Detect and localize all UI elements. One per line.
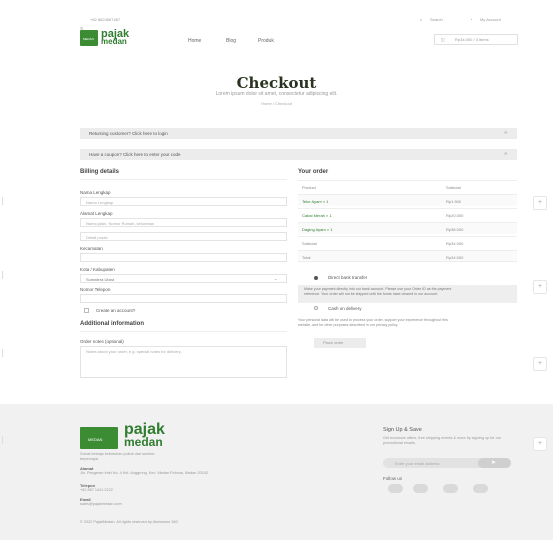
order-heading: Your order xyxy=(298,169,329,175)
signup-title: Sign Up & Save xyxy=(383,427,422,433)
account-link[interactable]: My Account xyxy=(480,17,501,22)
slider-handle[interactable] xyxy=(0,349,3,357)
email-value[interactable]: sales@pajakmedan.com xyxy=(80,502,122,506)
phone-label: Nomor Telepon xyxy=(80,287,111,292)
newsletter-send-button[interactable]: ➤ xyxy=(478,458,511,468)
bank-description: Make your payment directly into our bank… xyxy=(304,287,452,296)
address-field[interactable]: Nama jalan, Nomor Rumah, kelurahan xyxy=(80,218,287,227)
order-row: Daging Ayam × 1 Rp36.000 xyxy=(298,222,517,234)
slider-handle[interactable] xyxy=(0,197,3,205)
slider-handle[interactable] xyxy=(0,271,3,279)
side-add-button[interactable]: + xyxy=(533,196,547,210)
telepon-value: +62 857 1441 2222 xyxy=(80,488,113,492)
divider xyxy=(80,331,287,332)
order-notes-textarea[interactable]: Notes about your order, e.g. special not… xyxy=(80,346,287,378)
create-account-label[interactable]: Create an account? xyxy=(96,308,135,313)
brand-subname: medan xyxy=(101,37,127,46)
nav-home[interactable]: Home xyxy=(188,38,201,44)
search-link[interactable]: Search xyxy=(430,17,443,22)
brand-logo-icon[interactable]: MEDAN xyxy=(80,30,98,46)
toggle-icon[interactable]: » xyxy=(504,151,507,157)
footer-logo-icon[interactable]: MEDAN xyxy=(80,427,118,449)
additional-heading: Additional information xyxy=(80,321,144,327)
follow-label: Follow us xyxy=(383,476,403,481)
alamat-value: Jln. Pangeran Intel No. 4 Kel. Anggrung,… xyxy=(80,471,209,475)
breadcrumb[interactable]: Home / Checkout xyxy=(0,101,553,106)
district-field[interactable] xyxy=(80,253,287,262)
cod-radio[interactable] xyxy=(314,306,318,310)
side-add-button[interactable]: + xyxy=(533,437,547,451)
youtube-icon[interactable] xyxy=(473,484,488,493)
city-label: Kota / Kabupaten xyxy=(80,267,115,272)
user-icon[interactable]: ◔ xyxy=(470,17,472,22)
bank-transfer-label[interactable]: Direct bank transfer xyxy=(328,275,367,280)
side-add-button[interactable]: + xyxy=(533,280,547,294)
coupon-notice[interactable]: Have a coupon? Click here to enter your … xyxy=(80,149,517,160)
instagram-icon[interactable] xyxy=(443,484,458,493)
twitter-icon[interactable] xyxy=(413,484,428,493)
page-title: Checkout xyxy=(236,74,317,92)
total-row: Total Rp34.000 xyxy=(298,250,517,262)
district-label: Kecamatan xyxy=(80,246,103,251)
create-account-checkbox[interactable] xyxy=(84,308,89,313)
place-order-button[interactable]: Place order xyxy=(314,338,366,348)
side-add-button[interactable]: + xyxy=(533,357,547,371)
signup-description: Get exclusive offers, free shipping even… xyxy=(383,436,502,445)
billing-heading: Billing details xyxy=(80,169,120,175)
facebook-icon[interactable] xyxy=(388,484,403,493)
phone-field[interactable] xyxy=(80,294,287,303)
send-icon: ➤ xyxy=(491,460,497,466)
top-phone: +62 8824567467 xyxy=(90,17,121,22)
cod-label[interactable]: Cash on delivery xyxy=(328,306,362,311)
order-row: Telur Ayam × 1 Rp1.500 xyxy=(298,194,517,206)
divider xyxy=(80,179,287,180)
cart-button[interactable]: ◫ Rp34.000 / 3 items xyxy=(434,34,518,45)
chevron-down-icon: ⌄ xyxy=(274,276,278,281)
name-field[interactable]: Nama Lengkap xyxy=(80,197,287,206)
order-row: Cabai Merah × 1 Rp20.000 xyxy=(298,208,517,220)
privacy-notice: Your personal data will be used to proce… xyxy=(298,318,448,327)
nav-blog[interactable]: Blog xyxy=(226,38,236,44)
copyright: © 2022 PajakMedan. All rights reserved b… xyxy=(80,520,178,524)
city-select[interactable]: Sumatera Utara ⌄ xyxy=(80,274,287,283)
returning-customer-notice[interactable]: Returning customer? Click here to login … xyxy=(80,128,517,139)
coupon-text[interactable]: Have a coupon? Click here to enter your … xyxy=(89,152,181,157)
bank-transfer-radio[interactable] xyxy=(314,276,318,280)
page-subtitle: Lorem ipsum dolor sit amet, consectetur … xyxy=(215,91,338,97)
subtotal-row: Subtotal Rp34.000 xyxy=(298,236,517,248)
search-icon[interactable]: ⌕ xyxy=(420,17,422,22)
slider-handle[interactable] xyxy=(0,436,3,444)
nav-produk[interactable]: Produk xyxy=(258,38,274,44)
name-label: Nama Lengkap xyxy=(80,190,111,195)
cart-icon: ◫ xyxy=(441,37,445,42)
address2-field[interactable]: Detail posisi xyxy=(80,232,287,241)
footer-tagline: Solusi belanja kebutuhan pokok dari sumb… xyxy=(80,452,155,461)
order-header-row: Product Subtotal xyxy=(298,180,517,192)
toggle-icon[interactable]: » xyxy=(504,130,507,136)
footer-brand-subname: medan xyxy=(124,435,163,449)
bank-description-box: Make your payment directly into our bank… xyxy=(298,285,517,303)
address-label: Alamat Lengkap xyxy=(80,211,113,216)
cart-summary: Rp34.000 / 3 items xyxy=(455,37,489,42)
returning-text[interactable]: Returning customer? Click here to login xyxy=(89,131,168,136)
notes-label: Order notes (optional) xyxy=(80,339,124,344)
